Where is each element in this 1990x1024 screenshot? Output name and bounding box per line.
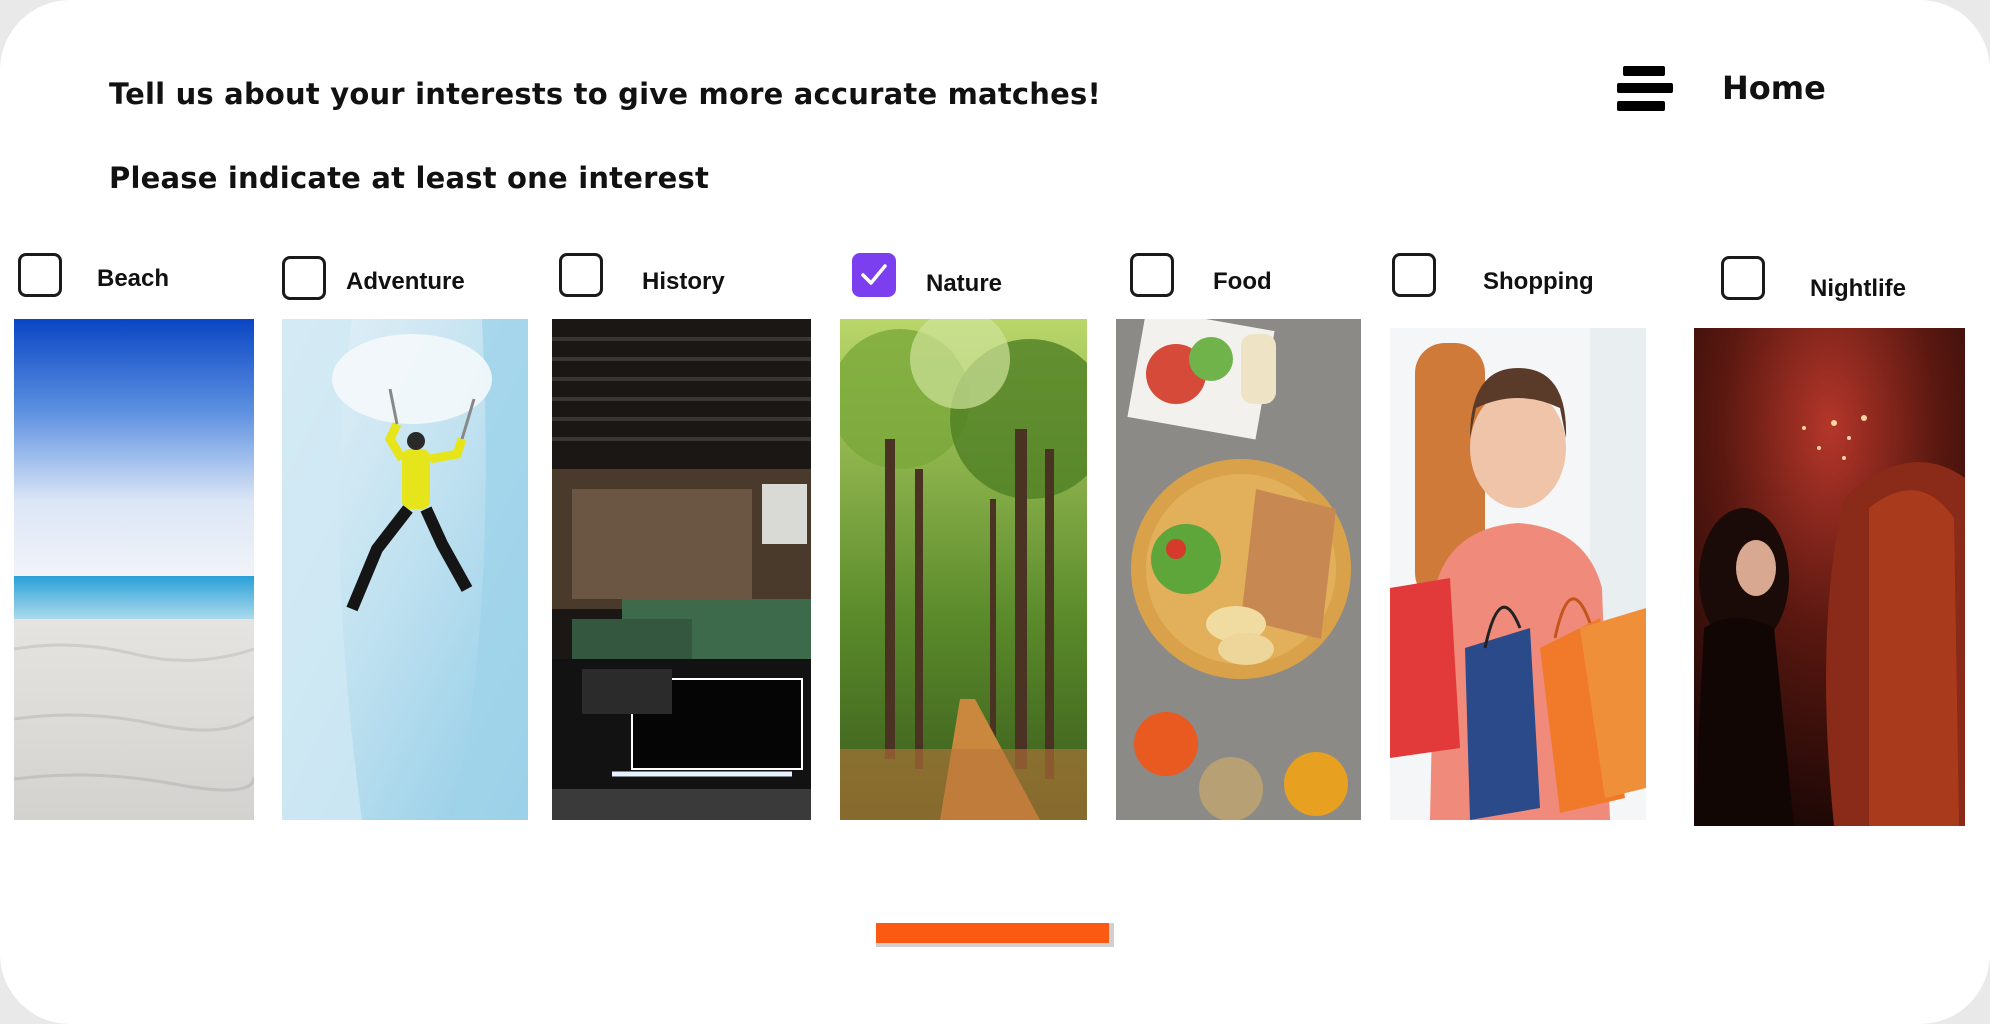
menu-bar — [1617, 101, 1665, 111]
check-icon — [861, 264, 887, 285]
label-food: Food — [1213, 268, 1272, 295]
label-adventure: Adventure — [346, 268, 465, 295]
checkbox-beach[interactable] — [18, 253, 62, 297]
checkbox-history[interactable] — [559, 253, 603, 297]
menu-bar — [1617, 83, 1673, 93]
page-subtitle: Please indicate at least one interest — [109, 161, 710, 195]
checkbox-nightlife[interactable] — [1721, 256, 1765, 300]
menu-bar — [1623, 66, 1665, 76]
label-nightlife: Nightlife — [1810, 275, 1906, 302]
interest-image-food[interactable] — [1116, 319, 1361, 820]
home-link[interactable]: Home — [1722, 69, 1826, 107]
label-shopping: Shopping — [1483, 268, 1594, 295]
label-nature: Nature — [926, 270, 1003, 297]
progress-bar — [876, 923, 1114, 947]
menu-icon[interactable] — [1617, 64, 1673, 114]
interest-image-history[interactable] — [552, 319, 811, 820]
interest-image-beach[interactable] — [14, 319, 254, 820]
page-title: Tell us about your interests to give mor… — [109, 77, 1101, 111]
checkbox-adventure[interactable] — [282, 256, 326, 300]
interest-image-nightlife[interactable] — [1694, 328, 1965, 826]
interests-screen: Tell us about your interests to give mor… — [0, 0, 1990, 1024]
label-history: History — [642, 268, 725, 295]
checkbox-food[interactable] — [1130, 253, 1174, 297]
label-beach: Beach — [97, 265, 170, 292]
checkbox-nature[interactable] — [852, 253, 896, 297]
interest-image-shopping[interactable] — [1390, 328, 1646, 820]
checkbox-shopping[interactable] — [1392, 253, 1436, 297]
interest-image-nature[interactable] — [840, 319, 1087, 820]
progress-fill — [876, 923, 1110, 943]
interest-image-adventure[interactable] — [282, 319, 528, 820]
